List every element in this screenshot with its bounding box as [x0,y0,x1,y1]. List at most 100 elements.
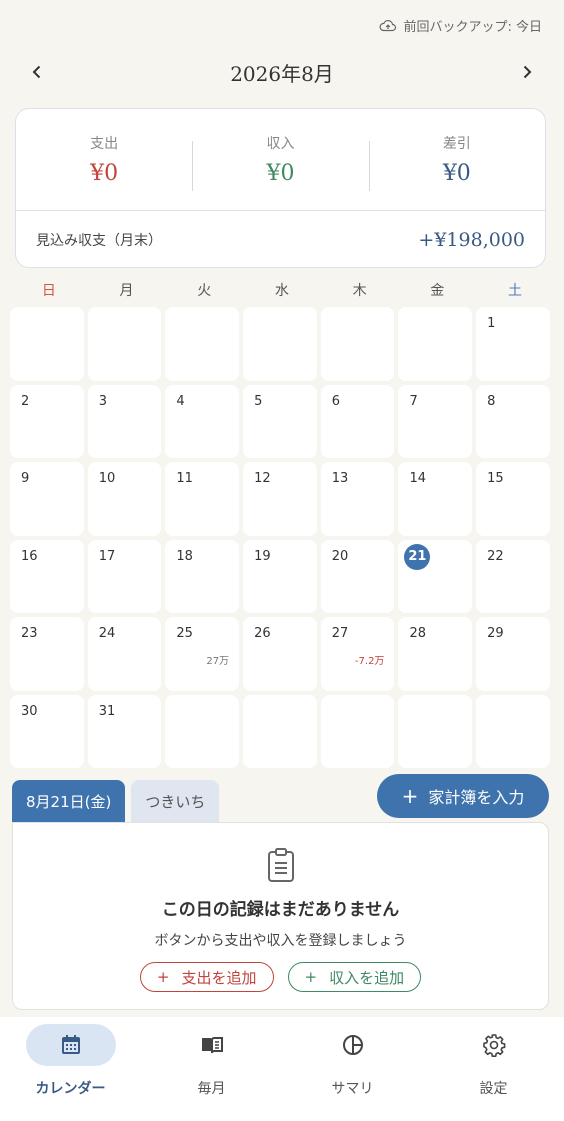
projection-value: +¥198,000 [418,228,525,251]
date-number: 5 [254,393,263,409]
projection-row: 見込み収支（月末） +¥198,000 [16,211,545,267]
date-number: 1 [487,316,496,331]
date-number: 25 [176,626,193,641]
date-number: 30 [21,703,38,719]
diff-value: ¥0 [442,161,471,186]
add-income-button[interactable]: + 収入を追加 [287,962,422,992]
calendar-empty-cell [10,307,84,381]
calendar-grid: 1 2 3 4 5 6 7 8 9 10 11 12 13 14 15 16 17 18 19 20 21 22 23 24 2… [10,307,554,768]
calendar-day-cell[interactable]: 21 [398,539,473,613]
calendar-day-cell[interactable]: 3 [87,384,162,458]
income-label: 収入 [266,136,295,152]
projection-label: 見込み収支（月末） [36,232,162,249]
calendar-day-cell[interactable]: 23 [10,617,84,691]
calendar-day-cell[interactable]: 27 -7.2万 [320,617,395,691]
add-expense-label: 支出を追加 [181,968,257,987]
add-income-label: 収入を追加 [329,968,405,987]
date-number: 14 [409,471,426,486]
chevron-right-icon [523,65,532,79]
date-number: 13 [331,471,349,486]
calendar-day-cell[interactable]: 20 [320,539,395,613]
add-entry-label: 家計簿を入力 [428,788,525,807]
calendar-day-cell[interactable]: 2 [10,384,84,458]
date-number: 17 [98,548,116,564]
date-number: 28 [409,626,426,641]
calendar-day-cell[interactable]: 8 [476,384,550,458]
date-number: 31 [98,703,116,719]
month-title: 2026年8月 [230,61,334,86]
calendar-day-cell[interactable]: 16 [10,539,84,613]
calendar-day-cell[interactable]: 1 [476,307,550,381]
calendar-day-cell[interactable]: 25 27万 [165,617,240,691]
calendar-day-cell[interactable]: 18 [165,539,240,613]
tab-tsukiichi[interactable]: つきいち [131,780,220,822]
monthly-summary-card: 支出 ¥0 収入 ¥0 差引 ¥0 見込み収支（月末） +¥198,000 [15,108,546,268]
tab-selected-date[interactable]: 8月21日(金) [12,780,126,822]
add-expense-button[interactable]: + 支出を追加 [139,962,274,992]
gear-icon [482,1034,505,1057]
calendar-empty-cell [398,694,473,768]
calendar-day-cell[interactable]: 5 [243,384,317,458]
calendar-day-cell[interactable]: 30 [10,694,84,768]
nav-calendar[interactable]: カレンダー [0,1017,141,1121]
calendar-day-cell[interactable]: 19 [243,539,317,613]
today-date-number: 21 [404,543,431,570]
calendar-day-cell[interactable]: 31 [87,694,162,768]
calendar-day-cell[interactable]: 9 [10,462,84,536]
calendar-empty-cell [165,307,240,381]
income-summary: 収入 ¥0 [192,133,368,191]
calendar-empty-cell [165,694,240,768]
plus-icon: + [401,784,419,808]
date-number: 10 [98,471,116,486]
calendar-day-cell[interactable]: 29 [476,617,550,691]
calendar-day-cell[interactable]: 7 [398,384,473,458]
nav-monthly[interactable]: 毎月 [141,1017,282,1121]
empty-state-subtitle: ボタンから支出や収入を登録しましょう [154,933,407,949]
calendar-day-cell[interactable]: 17 [87,539,162,613]
day-detail-panel: この日の記録はまだありません ボタンから支出や収入を登録しましょう + 支出を追… [12,822,549,1010]
calendar-day-cell[interactable]: 12 [243,462,317,536]
date-number: 29 [487,626,504,641]
pie-chart-icon [342,1035,363,1055]
nav-calendar-label: カレンダー [35,1081,106,1097]
date-number: 18 [176,548,193,564]
empty-state-title: この日の記録はまだありません [161,900,400,920]
calendar-day-cell[interactable]: 13 [320,462,395,536]
chevron-left-icon [32,65,41,79]
backup-status: 前回バックアップ: 今日 [379,16,542,35]
add-entry-button[interactable]: + 家計簿を入力 [377,774,549,818]
calendar-day-cell[interactable]: 4 [165,384,240,458]
calendar-empty-cell [243,307,317,381]
date-number: 4 [176,393,185,409]
nav-summary-label: サマリ [331,1081,374,1097]
weekday-header: 日 月 火 水 木 金 土 [10,280,554,300]
next-month-button[interactable] [516,61,538,83]
calendar-day-cell[interactable]: 28 [398,617,473,691]
calendar-day-cell[interactable]: 11 [165,462,240,536]
calendar-empty-cell [320,307,395,381]
calendar-day-cell[interactable]: 10 [87,462,162,536]
expense-summary: 支出 ¥0 [16,133,192,186]
calendar-day-cell[interactable]: 24 [87,617,162,691]
date-number: 3 [98,393,107,409]
prev-month-button[interactable] [26,61,48,83]
date-number: 12 [254,471,271,486]
weekday-label: 木 [352,283,367,299]
weekday-label: 日 [41,283,56,299]
nav-summary[interactable]: サマリ [282,1017,423,1121]
calendar-empty-cell [87,307,162,381]
nav-settings[interactable]: 設定 [423,1017,564,1121]
date-number: 6 [331,393,341,409]
calendar-day-cell[interactable]: 15 [476,462,550,536]
expense-value: ¥0 [90,161,119,186]
date-number: 15 [487,471,504,486]
calendar-day-cell[interactable]: 26 [243,617,317,691]
calendar-day-cell[interactable]: 22 [476,539,550,613]
day-amount: -7.2万 [354,656,385,667]
calendar-empty-cell [398,307,473,381]
calendar-day-cell[interactable]: 14 [398,462,473,536]
backup-text: 前回バックアップ: 今日 [403,20,542,35]
date-number: 8 [487,393,496,409]
nav-monthly-label: 毎月 [197,1081,226,1097]
calendar-day-cell[interactable]: 6 [320,384,395,458]
